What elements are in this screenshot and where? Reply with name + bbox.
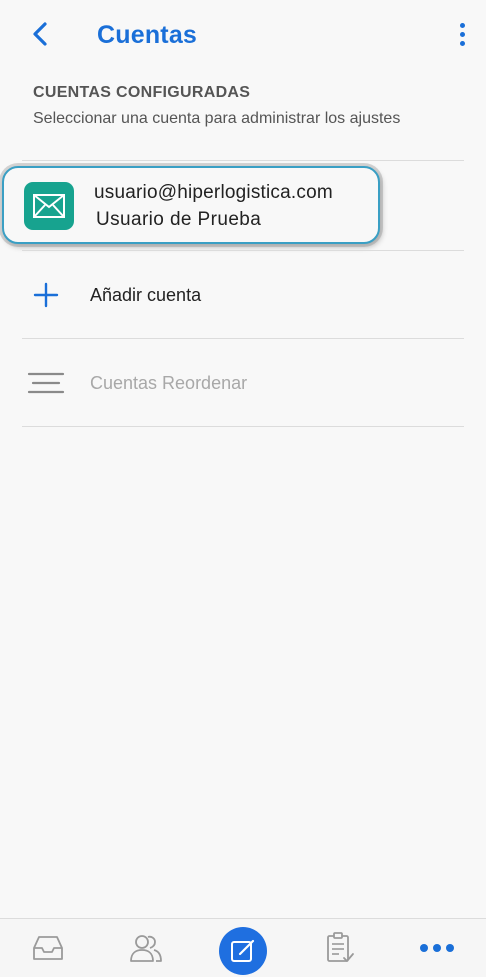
back-button[interactable]: [22, 16, 58, 52]
account-avatar: [24, 182, 74, 230]
tab-more[interactable]: [407, 919, 467, 977]
more-options-button[interactable]: [448, 16, 476, 52]
kebab-dot: [459, 40, 465, 46]
divider: [22, 250, 464, 251]
section-description: Seleccionar una cuenta para administrar …: [33, 110, 401, 127]
reorder-accounts-label: Cuentas Reordenar: [90, 373, 248, 393]
account-name: Usuario de Prueba: [96, 209, 262, 230]
bottom-navigation: [0, 918, 486, 977]
mail-icon: [33, 194, 65, 218]
compose-icon: [231, 939, 255, 962]
section-heading: CUENTAS CONFIGURADAS: [33, 84, 251, 101]
more-icon: [420, 944, 454, 952]
divider: [22, 338, 464, 339]
reorder-accounts-button[interactable]: Cuentas Reordenar: [0, 340, 486, 426]
inbox-icon: [33, 936, 63, 960]
app-header: Cuentas: [0, 0, 486, 70]
chevron-left-icon: [33, 22, 47, 46]
add-account-button[interactable]: Añadir cuenta: [0, 252, 486, 338]
contacts-icon: [130, 935, 162, 962]
tab-contacts[interactable]: [116, 919, 176, 977]
divider: [22, 160, 464, 161]
divider: [22, 426, 464, 427]
tasks-icon: [327, 932, 354, 962]
page-title: Cuentas: [97, 21, 198, 49]
reorder-icon: [26, 365, 66, 401]
kebab-dot: [459, 31, 465, 37]
plus-icon: [28, 277, 64, 313]
account-item[interactable]: usuario@hiperlogistica.com Usuario de Pr…: [2, 166, 380, 244]
compose-button[interactable]: [219, 927, 267, 975]
add-account-label: Añadir cuenta: [90, 285, 202, 305]
account-email: usuario@hiperlogistica.com: [94, 182, 333, 203]
kebab-menu-icon: [459, 22, 465, 28]
tab-tasks[interactable]: [310, 919, 370, 977]
tab-inbox[interactable]: [18, 919, 78, 977]
